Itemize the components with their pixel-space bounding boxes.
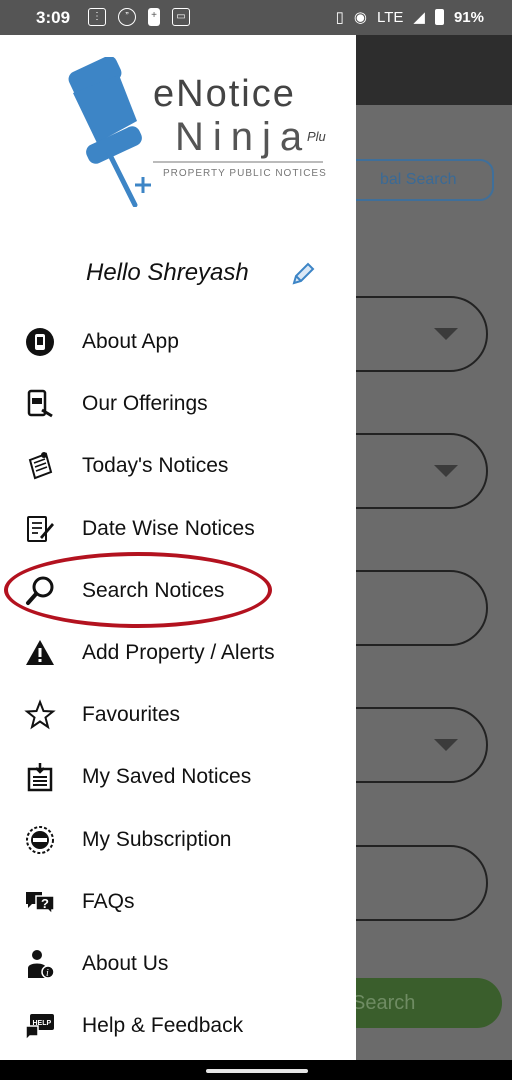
menu-label: About App: [82, 330, 179, 354]
calculator-icon: ⋮: [88, 8, 106, 26]
phone-app-icon: [24, 326, 56, 358]
menu-label: My Saved Notices: [82, 765, 252, 789]
app-logo: eNotice Ninja Plu PROPERTY PUBLIC NOTICE…: [35, 53, 335, 228]
chevron-down-icon: [434, 465, 458, 477]
brand-suffix: Plu: [307, 129, 326, 144]
menu-label: Help & Feedback: [82, 1014, 244, 1038]
menu-item-date-wise-notices[interactable]: Date Wise Notices: [0, 498, 356, 560]
menu-label: My Subscription: [82, 827, 232, 851]
star-icon: [24, 699, 56, 731]
brand-divider: [153, 161, 323, 163]
alert-icon: [24, 637, 56, 669]
network-label: LTE: [377, 8, 404, 26]
menu-item-about-app[interactable]: About App: [0, 311, 356, 373]
system-indicators: ▯ ◉ LTE ◢ 91%: [335, 8, 484, 27]
battery-saver-icon: +: [148, 8, 160, 26]
drawer-menu: About App Our Offerings Today's Notices …: [0, 311, 356, 1057]
signal-icon: ◢: [413, 9, 425, 26]
menu-label: Our Offerings: [82, 392, 208, 416]
faq-icon: ?: [24, 886, 56, 918]
menu-label: Date Wise Notices: [82, 516, 255, 540]
document-edit-icon: [24, 513, 56, 545]
brand-name-top: eNotice: [153, 73, 296, 115]
menu-item-faqs[interactable]: ? FAQs: [0, 871, 356, 933]
offerings-icon: [24, 388, 56, 420]
menu-label: FAQs: [82, 889, 135, 913]
navigation-drawer: eNotice Ninja Plu PROPERTY PUBLIC NOTICE…: [0, 35, 356, 1060]
menu-item-my-saved-notices[interactable]: My Saved Notices: [0, 746, 356, 808]
menu-label: Today's Notices: [82, 454, 229, 478]
menu-item-favourites[interactable]: Favourites: [0, 684, 356, 746]
menu-label: About Us: [82, 951, 169, 975]
saved-icon: [24, 761, 56, 793]
system-nav-bar: [0, 1060, 512, 1080]
status-bar: 3:09 ⋮ ” + ▭ ▯ ◉ LTE ◢ 91%: [0, 0, 512, 35]
vibrate-icon: ▯: [335, 9, 344, 26]
menu-label: Add Property / Alerts: [82, 641, 275, 665]
quote-icon: ”: [118, 8, 136, 26]
notification-icons: ⋮ ” + ▭: [88, 8, 190, 26]
chevron-down-icon: [434, 739, 458, 751]
hotspot-icon: ◉: [353, 9, 368, 26]
menu-item-help-feedback[interactable]: HELP Help & Feedback: [0, 995, 356, 1057]
pushpin-icon: [68, 57, 151, 207]
notice-pin-icon: [24, 450, 56, 482]
menu-item-todays-notices[interactable]: Today's Notices: [0, 435, 356, 497]
chevron-down-icon: [434, 328, 458, 340]
status-time: 3:09: [36, 8, 71, 27]
svg-text:?: ?: [41, 896, 49, 911]
edit-pencil-icon[interactable]: [290, 261, 316, 287]
brand-name-bottom: Ninja: [175, 115, 312, 159]
brand-tagline: PROPERTY PUBLIC NOTICES: [163, 168, 327, 179]
svg-text:i: i: [46, 968, 49, 979]
badge-icon: [24, 824, 56, 856]
menu-item-about-us[interactable]: i About Us: [0, 933, 356, 995]
menu-label: Favourites: [82, 703, 181, 727]
highlight-annotation: [4, 552, 272, 628]
user-greeting: Hello Shreyash: [86, 259, 249, 286]
menu-item-add-property-alerts[interactable]: Add Property / Alerts: [0, 622, 356, 684]
home-gesture-handle[interactable]: [206, 1069, 308, 1073]
battery-level: 91%: [453, 8, 484, 26]
calendar-icon: ▭: [172, 8, 190, 26]
menu-item-my-subscription[interactable]: My Subscription: [0, 809, 356, 871]
menu-item-our-offerings[interactable]: Our Offerings: [0, 373, 356, 435]
battery-icon: [434, 9, 444, 25]
info-user-icon: i: [24, 948, 56, 980]
help-chat-icon: HELP: [24, 1010, 56, 1042]
